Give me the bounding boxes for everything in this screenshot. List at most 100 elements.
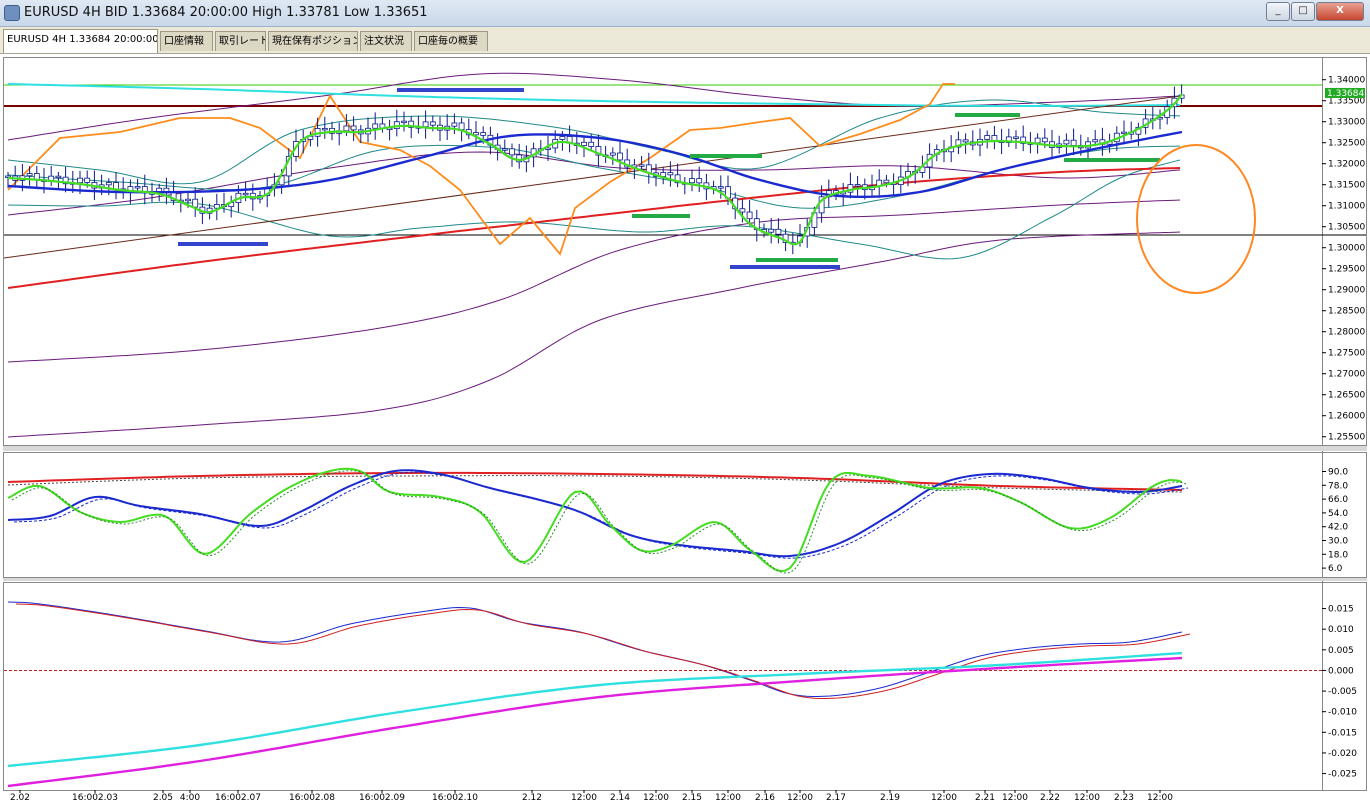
candle: [969, 130, 976, 151]
candle-body: [26, 173, 33, 177]
price-tick-label: 1.31500: [1328, 181, 1365, 191]
price-tick-label: 1.32000: [1328, 160, 1365, 170]
candle-body: [1121, 131, 1127, 135]
candle: [372, 112, 379, 140]
app-icon: [4, 5, 20, 21]
candle: [393, 109, 400, 137]
candle-body: [689, 178, 695, 184]
candle-body: [113, 182, 119, 190]
current-price-label: 1.33684: [1327, 89, 1364, 99]
candle: [1121, 120, 1127, 145]
price-tick-label: 1.34000: [1328, 76, 1365, 86]
macd-tick-label: -0.005: [1328, 687, 1357, 697]
candle: [113, 172, 119, 200]
tab-order-status[interactable]: 注文状況: [360, 31, 412, 51]
chart-canvas[interactable]: 1.340001.335001.330001.325001.320001.315…: [0, 53, 1370, 812]
tab-account-summary[interactable]: 口座毎の概要: [414, 31, 488, 51]
candle: [1063, 133, 1070, 155]
price-tick-label: 1.29000: [1328, 286, 1365, 296]
price-tick-label: 1.27500: [1328, 349, 1365, 359]
price-tick-label: 1.30000: [1328, 244, 1365, 254]
candle: [753, 209, 760, 242]
macd-line-blue: [7, 601, 1183, 697]
tab-account-info[interactable]: 口座情報: [160, 31, 213, 51]
candle: [890, 173, 897, 197]
time-tick-label: 2.12: [522, 793, 542, 803]
candle: [221, 192, 227, 213]
macd-long-magenta: [7, 656, 1183, 788]
candle-body: [451, 122, 458, 127]
candle: [768, 217, 775, 244]
candle: [955, 131, 962, 155]
candle-body: [134, 186, 141, 189]
candle: [681, 176, 688, 195]
candle: [1020, 125, 1027, 152]
candle: [876, 169, 883, 198]
candle-body: [192, 198, 199, 208]
time-tick-label: 12:00: [1147, 793, 1173, 803]
annotation-ellipse: [1136, 144, 1256, 294]
tab-open-positions[interactable]: 現在保有ポジション: [268, 31, 358, 51]
candle: [840, 182, 847, 206]
time-tick-label: 16:002.03: [72, 793, 118, 803]
candle-body: [768, 228, 775, 233]
candle-body: [717, 186, 724, 189]
candle-body: [1063, 139, 1070, 145]
candle-body: [746, 211, 753, 220]
candle-body: [775, 228, 782, 235]
candle-body: [1013, 136, 1019, 139]
panel-splitter: [3, 578, 1367, 581]
candle: [415, 115, 422, 134]
candle: [1157, 109, 1163, 130]
macd-tick-label: -0.015: [1328, 728, 1357, 738]
time-tick-label: 12:00: [1002, 793, 1028, 803]
macd-tick-label: -0.020: [1328, 749, 1357, 759]
macd-tick-label: -0.025: [1328, 770, 1357, 780]
candle: [134, 178, 141, 192]
candle: [1013, 130, 1019, 149]
price-tick-label: 1.25500: [1328, 433, 1365, 443]
candle: [775, 218, 782, 244]
candle-body: [55, 175, 62, 179]
trend-line: [3, 95, 1181, 259]
candle-body: [429, 121, 436, 126]
candle: [991, 125, 998, 150]
close-button[interactable]: X: [1316, 2, 1364, 21]
candle-body: [638, 164, 645, 167]
price-tick-label: 1.31000: [1328, 202, 1365, 212]
candle-body: [1034, 137, 1041, 144]
candle-body: [984, 135, 991, 140]
minimize-button[interactable]: _: [1266, 2, 1290, 21]
candle: [509, 143, 515, 167]
candle-body: [883, 179, 890, 184]
candle: [689, 169, 695, 192]
candle: [1142, 109, 1149, 135]
time-tick-label: 4:00: [180, 793, 200, 803]
candle: [321, 116, 328, 139]
candle-body: [321, 127, 328, 131]
time-tick-label: 12:00: [643, 793, 669, 803]
candle-body: [501, 148, 508, 151]
candle-body: [617, 152, 623, 161]
macd-tick-label: 0.010: [1328, 625, 1354, 635]
price-tick-label: 1.28000: [1328, 328, 1365, 338]
maximize-button[interactable]: □: [1291, 2, 1315, 21]
candle: [33, 166, 40, 188]
time-tick-label: 12:00: [1074, 793, 1100, 803]
window-titlebar: EURUSD 4H BID 1.33684 20:00:00 High 1.33…: [0, 0, 1370, 27]
time-tick-label: 2.22: [1040, 793, 1060, 803]
candle-body: [185, 198, 191, 202]
price-tick-label: 1.30500: [1328, 223, 1365, 233]
candle: [667, 161, 674, 187]
price-tick-label: 1.26000: [1328, 412, 1365, 422]
candle: [444, 114, 451, 140]
candle-body: [739, 208, 746, 213]
candle: [120, 177, 127, 199]
candle: [228, 195, 235, 218]
candle: [465, 118, 472, 140]
candle: [1085, 137, 1091, 160]
tab-trade-rates[interactable]: 取引レート: [215, 31, 266, 51]
candle-body: [343, 125, 350, 132]
time-tick-label: 12:00: [787, 793, 813, 803]
tab-chart-eurusd[interactable]: EURUSD 4H 1.33684 20:00:00: [3, 29, 158, 53]
